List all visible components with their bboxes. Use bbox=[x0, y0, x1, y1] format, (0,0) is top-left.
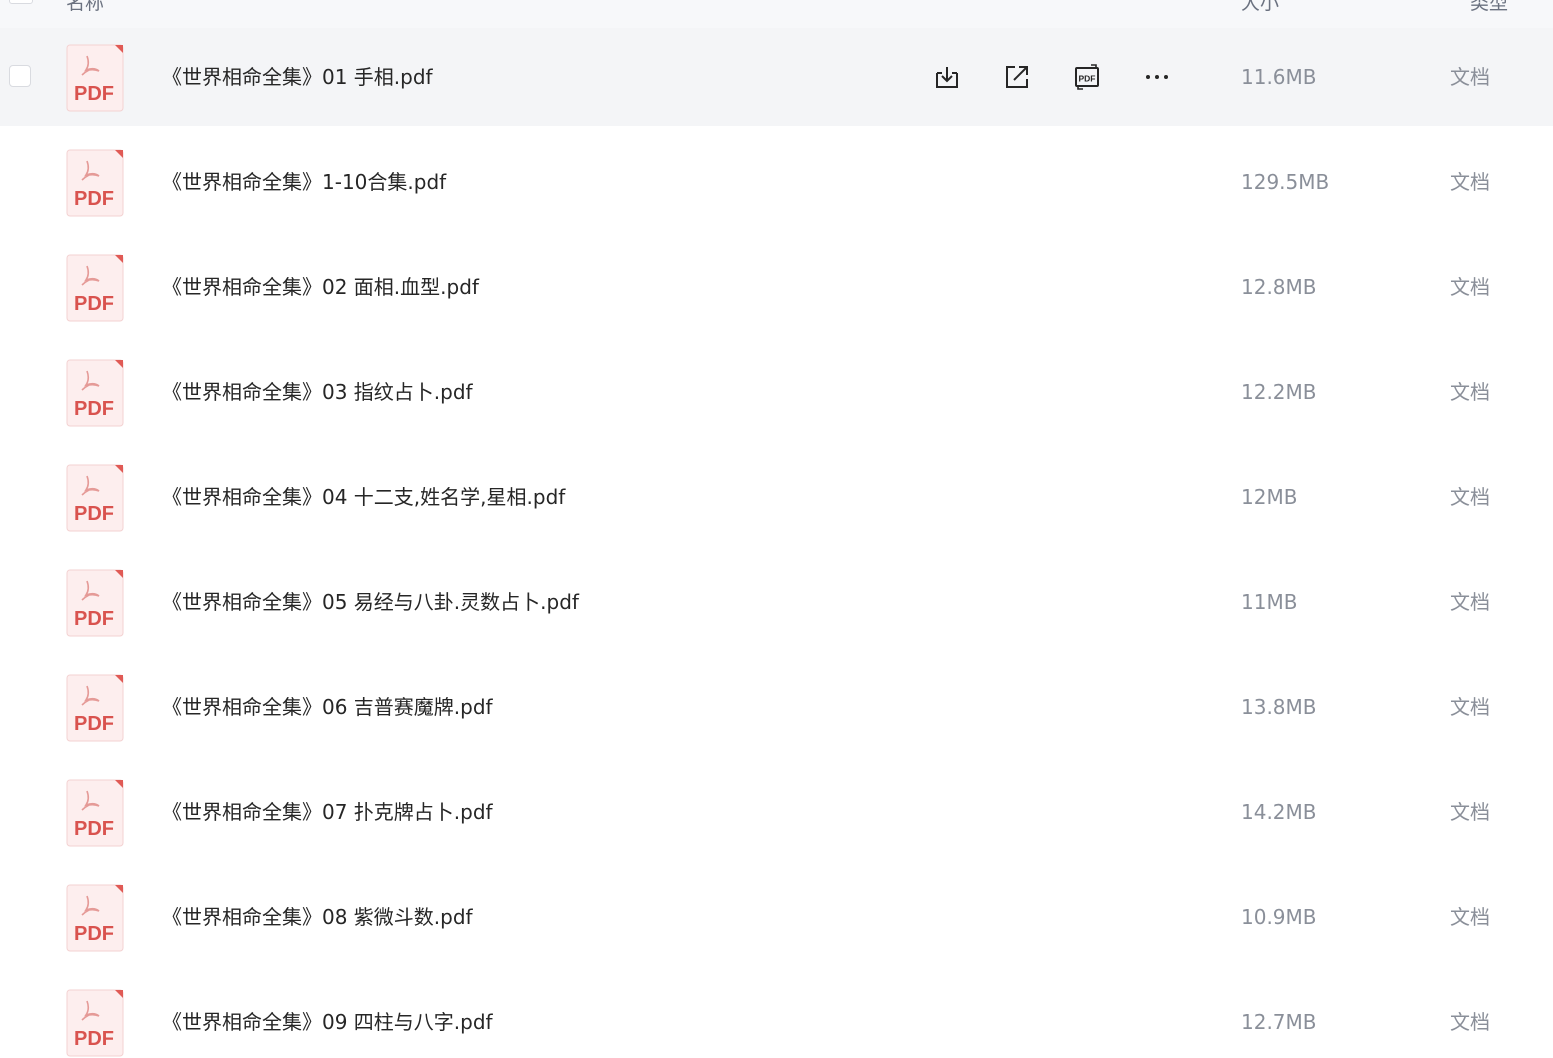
file-name[interactable]: 《世界相命全集》06 吉普赛魔牌.pdf bbox=[162, 693, 493, 721]
file-row[interactable]: PDF 《世界相命全集》04 十二支,姓名学,星相.pdf 12MB 文档 bbox=[0, 448, 1553, 546]
file-row[interactable]: PDF 《世界相命全集》06 吉普赛魔牌.pdf 13.8MB 文档 bbox=[0, 658, 1553, 756]
file-type: 文档 bbox=[1450, 800, 1490, 824]
file-name[interactable]: 《世界相命全集》09 四柱与八字.pdf bbox=[162, 1008, 493, 1036]
pdf-file-icon: PDF bbox=[66, 254, 124, 322]
svg-text:PDF: PDF bbox=[74, 398, 114, 420]
file-row[interactable]: PDF 《世界相命全集》07 扑克牌占卜.pdf 14.2MB 文档 bbox=[0, 763, 1553, 861]
file-size: 10.9MB bbox=[1241, 905, 1317, 929]
file-row[interactable]: PDF 《世界相命全集》1-10合集.pdf 129.5MB 文档 bbox=[0, 133, 1553, 231]
pdf-file-icon: PDF bbox=[66, 884, 124, 952]
svg-text:PDF: PDF bbox=[74, 818, 114, 840]
file-size: 11MB bbox=[1241, 590, 1298, 614]
file-size: 12.7MB bbox=[1241, 1010, 1317, 1034]
name-column-header[interactable]: 名称 bbox=[66, 0, 104, 15]
pdf-file-icon: PDF bbox=[66, 44, 124, 112]
pdf-file-icon: PDF bbox=[66, 149, 124, 217]
file-name[interactable]: 《世界相命全集》03 指纹占卜.pdf bbox=[162, 378, 473, 406]
file-type: 文档 bbox=[1450, 380, 1490, 404]
file-row[interactable]: PDF 《世界相命全集》05 易经与八卦.灵数占卜.pdf 11MB 文档 bbox=[0, 553, 1553, 651]
svg-text:PDF: PDF bbox=[74, 713, 114, 735]
pdf-file-icon: PDF bbox=[66, 989, 124, 1057]
file-size: 13.8MB bbox=[1241, 695, 1317, 719]
file-name[interactable]: 《世界相命全集》01 手相.pdf bbox=[162, 63, 433, 91]
file-name[interactable]: 《世界相命全集》07 扑克牌占卜.pdf bbox=[162, 798, 493, 826]
svg-text:PDF: PDF bbox=[74, 293, 114, 315]
file-type: 文档 bbox=[1450, 1010, 1490, 1034]
file-type: 文档 bbox=[1450, 590, 1490, 614]
file-row[interactable]: PDF 《世界相命全集》03 指纹占卜.pdf 12.2MB 文档 bbox=[0, 343, 1553, 441]
file-name[interactable]: 《世界相命全集》1-10合集.pdf bbox=[162, 168, 446, 196]
file-size: 11.6MB bbox=[1241, 65, 1317, 89]
file-size: 14.2MB bbox=[1241, 800, 1317, 824]
file-row[interactable]: PDF 《世界相命全集》08 紫微斗数.pdf 10.9MB 文档 bbox=[0, 868, 1553, 966]
file-size: 12.2MB bbox=[1241, 380, 1317, 404]
file-row[interactable]: PDF 《世界相命全集》09 四柱与八字.pdf 12.7MB 文档 bbox=[0, 958, 1553, 1057]
file-type: 文档 bbox=[1450, 65, 1490, 89]
file-name[interactable]: 《世界相命全集》05 易经与八卦.灵数占卜.pdf bbox=[162, 588, 579, 616]
share-icon[interactable] bbox=[1000, 60, 1034, 94]
file-type: 文档 bbox=[1450, 905, 1490, 929]
row-checkbox[interactable] bbox=[9, 65, 31, 87]
pdf-file-icon: PDF bbox=[66, 359, 124, 427]
pdf-convert-icon[interactable]: PDF bbox=[1070, 60, 1104, 94]
svg-text:PDF: PDF bbox=[1079, 74, 1096, 84]
more-icon[interactable] bbox=[1140, 60, 1174, 94]
svg-text:PDF: PDF bbox=[74, 503, 114, 525]
svg-text:PDF: PDF bbox=[74, 923, 114, 945]
pdf-file-icon: PDF bbox=[66, 779, 124, 847]
select-all-checkbox[interactable] bbox=[9, 0, 33, 4]
download-icon[interactable] bbox=[930, 60, 964, 94]
svg-text:PDF: PDF bbox=[74, 608, 114, 630]
file-row[interactable]: PDF 《世界相命全集》02 面相.血型.pdf 12.8MB 文档 bbox=[0, 238, 1553, 336]
file-name[interactable]: 《世界相命全集》02 面相.血型.pdf bbox=[162, 273, 479, 301]
file-name[interactable]: 《世界相命全集》08 紫微斗数.pdf bbox=[162, 903, 473, 931]
svg-text:PDF: PDF bbox=[74, 188, 114, 210]
file-row[interactable]: PDF 《世界相命全集》01 手相.pdf PDF 11.6MB 文档 bbox=[0, 28, 1553, 126]
svg-text:PDF: PDF bbox=[74, 1028, 114, 1050]
file-size: 12.8MB bbox=[1241, 275, 1317, 299]
file-type: 文档 bbox=[1450, 170, 1490, 194]
file-type: 文档 bbox=[1450, 275, 1490, 299]
file-list-header: 名称 大小 类型 bbox=[0, 0, 1553, 28]
pdf-file-icon: PDF bbox=[66, 464, 124, 532]
pdf-file-icon: PDF bbox=[66, 569, 124, 637]
file-type: 文档 bbox=[1450, 695, 1490, 719]
file-list-page: 名称 大小 类型 PDF 《世界相命全集》01 手相.pdf PDF 11.6M… bbox=[0, 0, 1553, 1058]
svg-text:PDF: PDF bbox=[74, 83, 114, 105]
size-column-header[interactable]: 大小 bbox=[1241, 0, 1279, 15]
file-name[interactable]: 《世界相命全集》04 十二支,姓名学,星相.pdf bbox=[162, 483, 565, 511]
pdf-file-icon: PDF bbox=[66, 674, 124, 742]
file-type: 文档 bbox=[1450, 485, 1490, 509]
file-size: 12MB bbox=[1241, 485, 1298, 509]
type-column-header[interactable]: 类型 bbox=[1470, 0, 1508, 15]
file-size: 129.5MB bbox=[1241, 170, 1330, 194]
